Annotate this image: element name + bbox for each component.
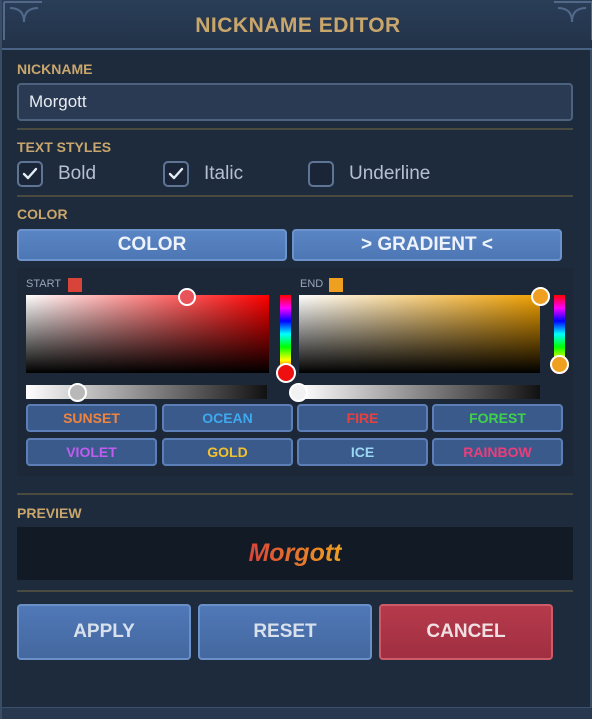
section-divider <box>17 128 573 130</box>
end-saturation-value-picker[interactable] <box>299 295 540 373</box>
nickname-section-label: NICKNAME <box>17 61 93 77</box>
start-color-swatch <box>68 278 82 292</box>
underline-checkbox[interactable] <box>308 161 334 187</box>
end-color-swatch <box>329 278 343 292</box>
start-brightness-slider[interactable] <box>26 385 267 399</box>
start-sv-handle[interactable] <box>178 288 196 306</box>
preset-gold-button[interactable]: GOLD <box>162 438 293 466</box>
bold-option[interactable]: Bold <box>17 160 96 188</box>
preview-section-label: PREVIEW <box>17 505 82 521</box>
start-brightness-handle[interactable] <box>68 383 87 402</box>
end-sv-handle[interactable] <box>531 287 550 306</box>
end-hue-handle[interactable] <box>550 355 569 374</box>
italic-label: Italic <box>204 163 244 184</box>
corner-ornament-icon <box>554 1 592 40</box>
preset-ocean-button[interactable]: OCEAN <box>162 404 293 432</box>
preset-forest-button[interactable]: FOREST <box>432 404 563 432</box>
bottom-frame <box>2 707 592 719</box>
preview-text: Morgott <box>248 527 341 580</box>
italic-option[interactable]: Italic <box>163 160 243 188</box>
dialog-title: NICKNAME EDITOR <box>195 14 401 37</box>
preset-violet-button[interactable]: VIOLET <box>26 438 157 466</box>
section-divider <box>17 493 573 495</box>
preset-rainbow-button[interactable]: RAINBOW <box>432 438 563 466</box>
preset-sunset-button[interactable]: SUNSET <box>26 404 157 432</box>
bold-checkbox[interactable] <box>17 161 43 187</box>
start-hue-handle[interactable] <box>276 363 296 383</box>
start-hue-slider[interactable] <box>280 295 291 373</box>
cancel-button[interactable]: CANCEL <box>379 604 553 660</box>
end-brightness-handle[interactable] <box>289 383 308 402</box>
title-bar: NICKNAME EDITOR <box>2 0 592 50</box>
preset-ice-button[interactable]: ICE <box>297 438 428 466</box>
text-styles-section-label: TEXT STYLES <box>17 139 112 155</box>
solid-color-mode-button[interactable]: COLOR <box>17 229 287 261</box>
checkmark-icon <box>168 167 184 180</box>
checkmark-icon <box>22 167 38 180</box>
start-color-label: START <box>26 278 62 290</box>
apply-button[interactable]: APPLY <box>17 604 191 660</box>
bold-label: Bold <box>58 163 97 184</box>
section-divider <box>17 195 573 197</box>
reset-button[interactable]: RESET <box>198 604 372 660</box>
preset-fire-button[interactable]: FIRE <box>297 404 428 432</box>
preview-box: Morgott <box>17 527 573 580</box>
nickname-editor-dialog: NICKNAME EDITOR NICKNAME Morgott TEXT ST… <box>0 0 592 719</box>
start-saturation-value-picker[interactable] <box>26 295 269 373</box>
nickname-input[interactable]: Morgott <box>17 83 573 121</box>
end-color-label: END <box>300 278 324 290</box>
section-divider <box>17 590 573 592</box>
underline-option[interactable]: Underline <box>308 160 430 188</box>
color-section-label: COLOR <box>17 206 68 222</box>
end-brightness-slider[interactable] <box>299 385 540 399</box>
gradient-mode-button[interactable]: > GRADIENT < <box>292 229 562 261</box>
italic-checkbox[interactable] <box>163 161 189 187</box>
underline-label: Underline <box>349 163 431 184</box>
